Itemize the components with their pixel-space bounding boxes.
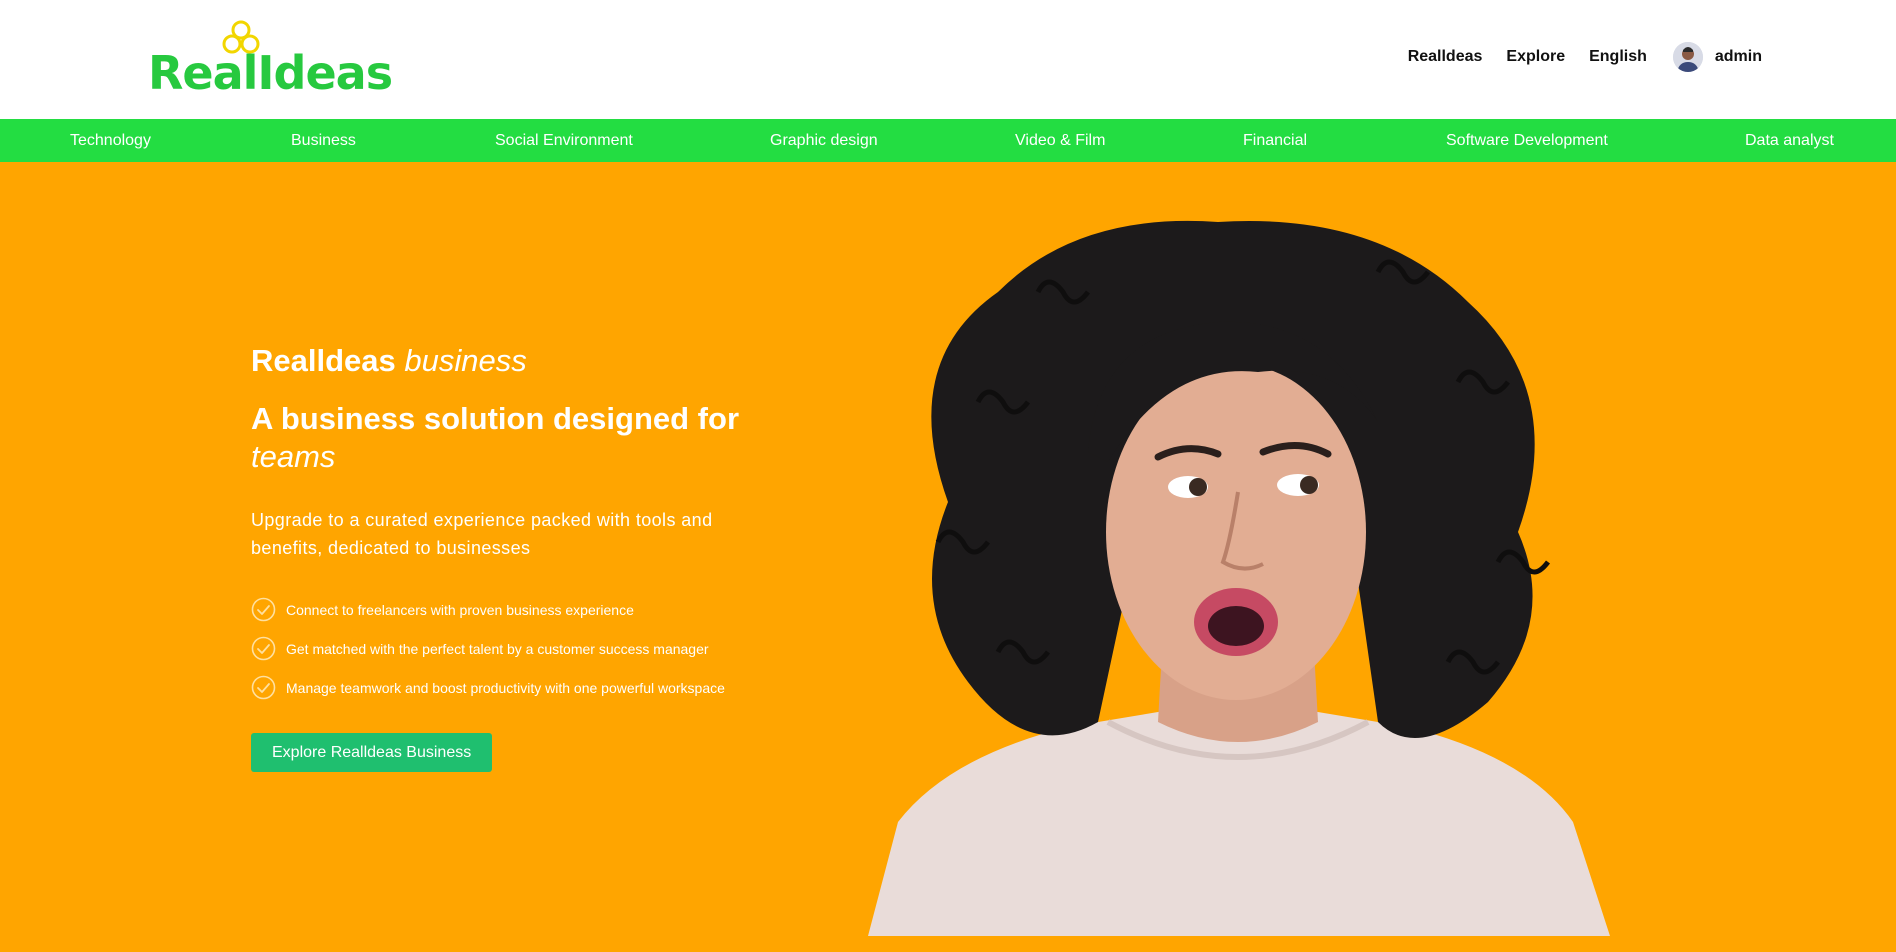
category-social-environment[interactable]: Social Environment: [495, 119, 633, 162]
site-logo[interactable]: RealIdeas: [148, 20, 393, 96]
benefit-text: Get matched with the perfect talent by a…: [286, 640, 709, 657]
hero-copy: Realldeas business A business solution d…: [251, 342, 771, 772]
category-financial[interactable]: Financial: [1243, 119, 1307, 162]
top-nav: Realldeas Explore English admin: [1408, 42, 1762, 72]
hero-headline: A business solution designed for teams: [251, 400, 771, 476]
check-circle-icon: [251, 597, 276, 622]
benefit-text: Connect to freelancers with proven busin…: [286, 601, 634, 618]
nav-link-language[interactable]: English: [1589, 48, 1647, 66]
benefit-text: Manage teamwork and boost productivity w…: [286, 679, 725, 696]
category-data-analyst[interactable]: Data analyst: [1745, 119, 1834, 162]
hero-subtitle: Upgrade to a curated experience packed w…: [251, 510, 713, 558]
avatar[interactable]: [1672, 42, 1703, 72]
logo-text: RealIdeas: [148, 46, 393, 100]
category-video-film[interactable]: Video & Film: [1015, 119, 1105, 162]
category-software-development[interactable]: Software Development: [1446, 119, 1608, 162]
hero-headline-main: A business solution designed for: [251, 401, 740, 436]
hero-brand-suffix: business: [404, 343, 527, 378]
hero-headline-italic: teams: [251, 439, 336, 474]
list-item: Manage teamwork and boost productivity w…: [251, 668, 771, 707]
hero-brand: Realldeas: [251, 343, 396, 378]
nav-link-realldeas[interactable]: Realldeas: [1408, 48, 1483, 66]
user-name[interactable]: admin: [1715, 48, 1762, 66]
hero-person-image: [868, 220, 1610, 936]
category-business[interactable]: Business: [291, 119, 356, 162]
explore-business-button[interactable]: Explore Realldeas Business: [251, 733, 493, 772]
category-graphic-design[interactable]: Graphic design: [770, 119, 878, 162]
list-item: Get matched with the perfect talent by a…: [251, 629, 771, 668]
nav-link-explore[interactable]: Explore: [1506, 48, 1565, 66]
avatar-person-icon: [1672, 42, 1703, 72]
category-technology[interactable]: Technology: [70, 119, 151, 162]
user-menu[interactable]: admin: [1672, 42, 1762, 72]
hero-section: Realldeas business A business solution d…: [0, 162, 1896, 952]
hero-bottom-band: [0, 936, 1896, 952]
list-item: Connect to freelancers with proven busin…: [251, 590, 771, 629]
check-circle-icon: [251, 675, 276, 700]
category-bar: Technology Business Social Environment G…: [0, 119, 1896, 162]
benefits-list: Connect to freelancers with proven busin…: [251, 590, 771, 707]
hero-brand-title: Realldeas business: [251, 342, 771, 380]
check-circle-icon: [251, 636, 276, 661]
site-header: RealIdeas Realldeas Explore English admi…: [0, 0, 1896, 119]
